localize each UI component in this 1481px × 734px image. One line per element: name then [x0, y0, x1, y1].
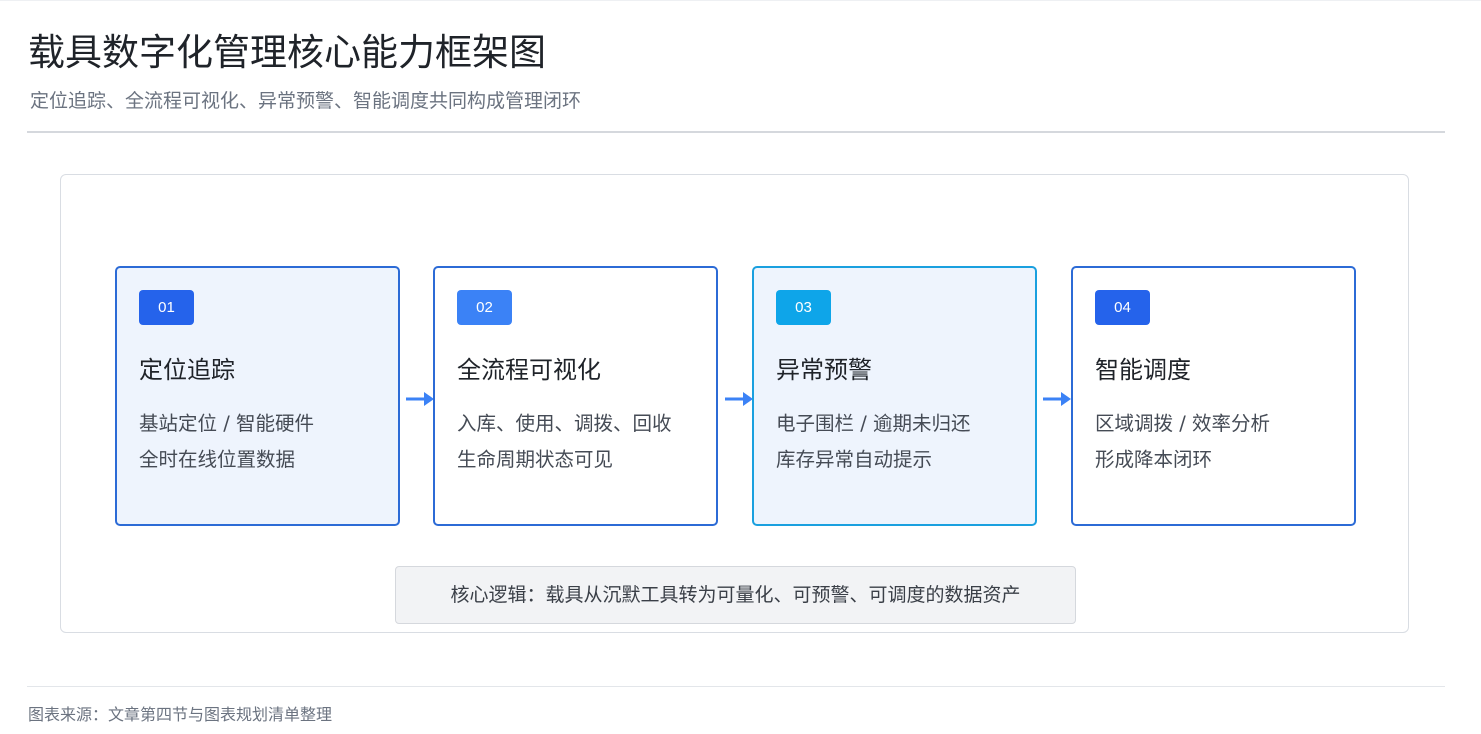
flow-arrow-icon [1043, 392, 1071, 406]
step-card-location-tracking: 01 定位追踪 基站定位 / 智能硬件 全时在线位置数据 [115, 266, 400, 526]
step-title: 异常预警 [776, 356, 872, 384]
step-title: 全流程可视化 [457, 356, 601, 384]
step-number-badge: 01 [139, 290, 194, 325]
step-description-line: 电子围栏 / 逾期未归还 [776, 412, 971, 435]
flow-arrow-icon [406, 392, 434, 406]
step-card-anomaly-alert: 03 异常预警 电子围栏 / 逾期未归还 库存异常自动提示 [752, 266, 1037, 526]
top-rule [0, 0, 1481, 1]
step-description-line: 库存异常自动提示 [776, 448, 933, 471]
core-logic-note: 核心逻辑：载具从沉默工具转为可量化、可预警、可调度的数据资产 [395, 566, 1076, 624]
page-subtitle: 定位追踪、全流程可视化、异常预警、智能调度共同构成管理闭环 [30, 90, 582, 112]
step-title: 定位追踪 [139, 356, 235, 384]
flow-arrow-icon [725, 392, 753, 406]
step-number-badge: 04 [1095, 290, 1150, 325]
step-description-line: 全时在线位置数据 [139, 448, 296, 471]
step-card-full-process-visualization: 02 全流程可视化 入库、使用、调拨、回收 生命周期状态可见 [433, 266, 718, 526]
step-description-line: 基站定位 / 智能硬件 [139, 412, 314, 435]
step-number-badge: 02 [457, 290, 512, 325]
step-card-smart-dispatch: 04 智能调度 区域调拨 / 效率分析 形成降本闭环 [1071, 266, 1356, 526]
footer-divider [27, 686, 1445, 687]
header-divider [27, 131, 1445, 133]
step-number-badge: 03 [776, 290, 831, 325]
page-title: 载具数字化管理核心能力框架图 [28, 31, 546, 74]
step-description-line: 生命周期状态可见 [457, 448, 614, 471]
source-note: 图表来源：文章第四节与图表规划清单整理 [28, 705, 333, 724]
step-description-line: 入库、使用、调拨、回收 [457, 412, 672, 435]
step-description-line: 形成降本闭环 [1095, 448, 1213, 471]
step-description-line: 区域调拨 / 效率分析 [1095, 412, 1270, 435]
step-title: 智能调度 [1095, 356, 1191, 384]
